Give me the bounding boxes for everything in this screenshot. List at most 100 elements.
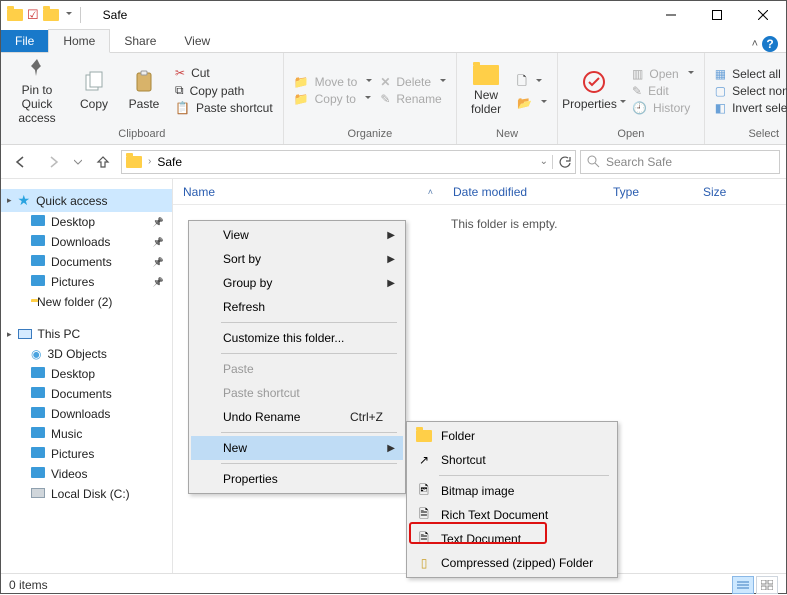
submenu-bitmap[interactable]: 🖻Bitmap image: [409, 479, 615, 503]
nav-item[interactable]: Downloads: [1, 404, 172, 424]
up-button[interactable]: [89, 150, 117, 174]
nav-item[interactable]: Pictures📌: [1, 272, 172, 292]
ctx-new[interactable]: New▶: [191, 436, 403, 460]
easy-access-button[interactable]: 📂: [517, 96, 547, 110]
nav-pane[interactable]: ▸ ★ Quick access Desktop📌Downloads📌Docum…: [1, 179, 173, 573]
new-item-button[interactable]: 🗋: [517, 72, 547, 93]
shortcut-icon: 📋: [175, 101, 190, 115]
forward-button[interactable]: [39, 150, 67, 174]
address-segment[interactable]: Safe: [157, 155, 182, 169]
ctx-sort-by[interactable]: Sort by▶: [191, 247, 403, 271]
nav-item[interactable]: Documents: [1, 384, 172, 404]
copy-to-button[interactable]: 📁Copy to: [294, 92, 373, 106]
search-input[interactable]: Search Safe: [580, 150, 780, 174]
nav-item[interactable]: Desktop📌: [1, 212, 172, 232]
folder-icon: [31, 275, 45, 289]
tab-home[interactable]: Home: [48, 29, 110, 53]
view-details-button[interactable]: [732, 576, 754, 594]
folder-icon: [31, 487, 45, 501]
nav-item[interactable]: ◉3D Objects: [1, 344, 172, 364]
col-date-modified[interactable]: Date modified: [443, 185, 603, 199]
folder-icon: [473, 65, 499, 85]
ctx-group-by[interactable]: Group by▶: [191, 271, 403, 295]
ctx-paste-shortcut: Paste shortcut: [191, 381, 403, 405]
ctx-properties[interactable]: Properties: [191, 467, 403, 491]
nav-item[interactable]: Downloads📌: [1, 232, 172, 252]
recent-dropdown[interactable]: [71, 150, 85, 174]
nav-item[interactable]: Local Disk (C:): [1, 484, 172, 504]
group-label-select: Select: [748, 126, 779, 142]
copy-path-button[interactable]: ⧉Copy path: [175, 83, 273, 98]
address-dropdown-icon[interactable]: ⌄: [540, 156, 548, 167]
col-size[interactable]: Size: [693, 185, 753, 199]
edit-button[interactable]: ✎Edit: [632, 84, 694, 98]
properties-button[interactable]: Properties: [562, 56, 626, 126]
new-folder-button[interactable]: New folder: [461, 56, 511, 126]
qat-properties-icon[interactable]: ☑: [27, 7, 39, 23]
close-button[interactable]: [740, 1, 786, 29]
paste-button[interactable]: Paste: [119, 56, 169, 126]
collapse-ribbon-icon[interactable]: ˄: [752, 38, 758, 50]
invert-selection-button[interactable]: ◧Invert selection: [715, 101, 787, 115]
empty-message: This folder is empty.: [451, 217, 557, 231]
group-label-new: New: [496, 126, 518, 142]
qat-dropdown-icon[interactable]: [63, 12, 72, 18]
paste-shortcut-button[interactable]: 📋Paste shortcut: [175, 101, 273, 115]
pin-to-quick-access-button[interactable]: Pin to Quick access: [5, 56, 69, 126]
tab-view[interactable]: View: [170, 30, 224, 52]
nav-this-pc[interactable]: ▸ This PC: [1, 324, 172, 344]
back-button[interactable]: [7, 150, 35, 174]
copy-button[interactable]: Copy: [69, 56, 119, 126]
group-label-clipboard: Clipboard: [118, 126, 165, 142]
nav-item[interactable]: Music: [1, 424, 172, 444]
edit-icon: ✎: [632, 84, 642, 98]
ctx-refresh[interactable]: Refresh: [191, 295, 403, 319]
address-bar: › Safe ⌄ Search Safe: [1, 145, 786, 179]
submenu-rtf[interactable]: 🗎Rich Text Document: [409, 503, 615, 527]
tab-file[interactable]: File: [1, 30, 48, 52]
nav-item[interactable]: Videos: [1, 464, 172, 484]
submenu-zip[interactable]: ▯Compressed (zipped) Folder: [409, 551, 615, 575]
ctx-view[interactable]: View▶: [191, 223, 403, 247]
title-bar: ☑ Safe: [1, 1, 786, 29]
folder-icon: [31, 367, 45, 381]
open-button[interactable]: ▥Open: [632, 67, 694, 81]
select-none-button[interactable]: ▢Select none: [715, 84, 787, 98]
rename-icon: ✎: [380, 92, 390, 106]
delete-button[interactable]: ✕Delete: [380, 75, 446, 89]
select-all-button[interactable]: ▦Select all: [715, 67, 787, 81]
ctx-undo-rename[interactable]: Undo RenameCtrl+Z: [191, 405, 403, 429]
submenu-shortcut[interactable]: ↗Shortcut: [409, 448, 615, 472]
help-icon[interactable]: ?: [762, 36, 778, 52]
ctx-customize[interactable]: Customize this folder...: [191, 326, 403, 350]
nav-quick-access[interactable]: ▸ ★ Quick access: [1, 189, 172, 212]
pin-icon: 📌: [153, 217, 164, 228]
address-field[interactable]: › Safe ⌄: [121, 150, 576, 174]
nav-item[interactable]: Desktop: [1, 364, 172, 384]
rename-button[interactable]: ✎Rename: [380, 92, 446, 106]
nav-item[interactable]: New folder (2): [1, 292, 172, 312]
submenu-folder[interactable]: Folder: [409, 424, 615, 448]
minimize-button[interactable]: [648, 1, 694, 29]
nav-item[interactable]: Pictures: [1, 444, 172, 464]
select-all-icon: ▦: [715, 67, 726, 81]
tab-share[interactable]: Share: [110, 30, 170, 52]
maximize-button[interactable]: [694, 1, 740, 29]
zip-icon: ▯: [415, 556, 433, 570]
refresh-button[interactable]: [557, 155, 571, 169]
move-to-button[interactable]: 📁Move to: [294, 75, 373, 89]
new-item-icon: 🗋: [517, 72, 527, 93]
view-thumbnails-button[interactable]: [756, 576, 778, 594]
text-icon: 🗎: [415, 529, 433, 550]
pin-icon: [25, 56, 49, 80]
col-name[interactable]: Name˄: [173, 185, 443, 199]
check-icon: [582, 70, 606, 94]
submenu-text-document[interactable]: 🗎Text Document: [409, 527, 615, 551]
nav-item[interactable]: Documents📌: [1, 252, 172, 272]
open-icon: ▥: [632, 67, 643, 81]
cut-button[interactable]: ✂Cut: [175, 66, 273, 80]
item-count: 0 items: [9, 578, 48, 592]
history-button[interactable]: 🕘History: [632, 101, 694, 115]
pin-icon: 📌: [153, 277, 164, 288]
col-type[interactable]: Type: [603, 185, 693, 199]
